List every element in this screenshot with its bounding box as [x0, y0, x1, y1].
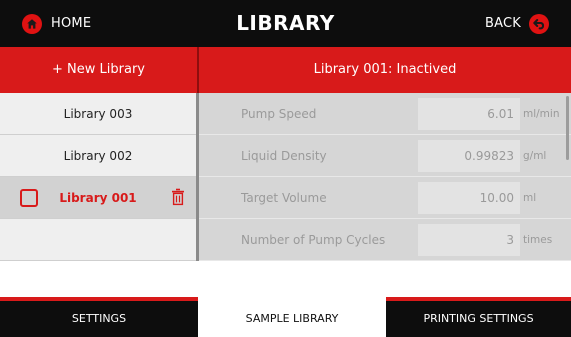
param-label: Liquid Density — [241, 149, 327, 163]
trash-icon[interactable] — [171, 188, 185, 206]
tab-sample-library[interactable]: SAMPLE LIBRARY — [198, 297, 386, 337]
liquid-density-field[interactable]: 0.99823 — [418, 140, 520, 172]
library-item-003[interactable]: Library 003 — [0, 93, 196, 135]
param-unit: g/ml — [523, 150, 547, 162]
library-list: Library 003 Library 002 Library 001 — [0, 93, 196, 261]
param-row-pump-speed: Pump Speed 6.01 ml/min — [199, 93, 571, 135]
library-item-label: Library 003 — [63, 107, 133, 121]
tab-settings[interactable]: SETTINGS — [0, 301, 198, 337]
param-row-pump-cycles: Number of Pump Cycles 3 times — [199, 219, 571, 261]
param-label: Target Volume — [241, 191, 327, 205]
back-button[interactable]: BACK — [485, 0, 549, 47]
library-item-002[interactable]: Library 002 — [0, 135, 196, 177]
param-unit: ml/min — [523, 108, 560, 120]
new-library-button[interactable]: + New Library — [0, 47, 197, 93]
library-item-label: Library 002 — [63, 149, 133, 163]
pump-speed-field[interactable]: 6.01 — [418, 98, 520, 130]
bottom-nav: SETTINGS SAMPLE LIBRARY PRINTING SETTING… — [0, 297, 571, 337]
back-arrow-icon — [529, 13, 549, 34]
library-item-label: Library 001 — [59, 191, 137, 205]
scrollbar[interactable] — [566, 96, 569, 160]
param-label: Number of Pump Cycles — [241, 233, 386, 247]
tab-printing-settings[interactable]: PRINTING SETTINGS — [386, 301, 571, 337]
library-parameters-panel: Pump Speed 6.01 ml/min Liquid Density 0.… — [199, 93, 571, 261]
library-item-001[interactable]: Library 001 — [0, 177, 196, 219]
library-status-title: Library 001: Inactived — [313, 62, 457, 77]
param-row-target-volume: Target Volume 10.00 ml — [199, 177, 571, 219]
pump-cycles-field[interactable]: 3 — [418, 224, 520, 256]
param-label: Pump Speed — [241, 107, 317, 121]
back-label: BACK — [485, 16, 521, 31]
library-item-empty[interactable] — [0, 219, 196, 261]
library-toolbar: + New Library Library 001: Inactived — [0, 47, 571, 93]
param-row-liquid-density: Liquid Density 0.99823 g/ml — [199, 135, 571, 177]
library-item-label — [0, 219, 196, 261]
param-unit: ml — [523, 192, 537, 204]
target-volume-field[interactable]: 10.00 — [418, 182, 520, 214]
top-bar: HOME LIBRARY BACK — [0, 0, 571, 47]
param-unit: times — [523, 234, 553, 246]
